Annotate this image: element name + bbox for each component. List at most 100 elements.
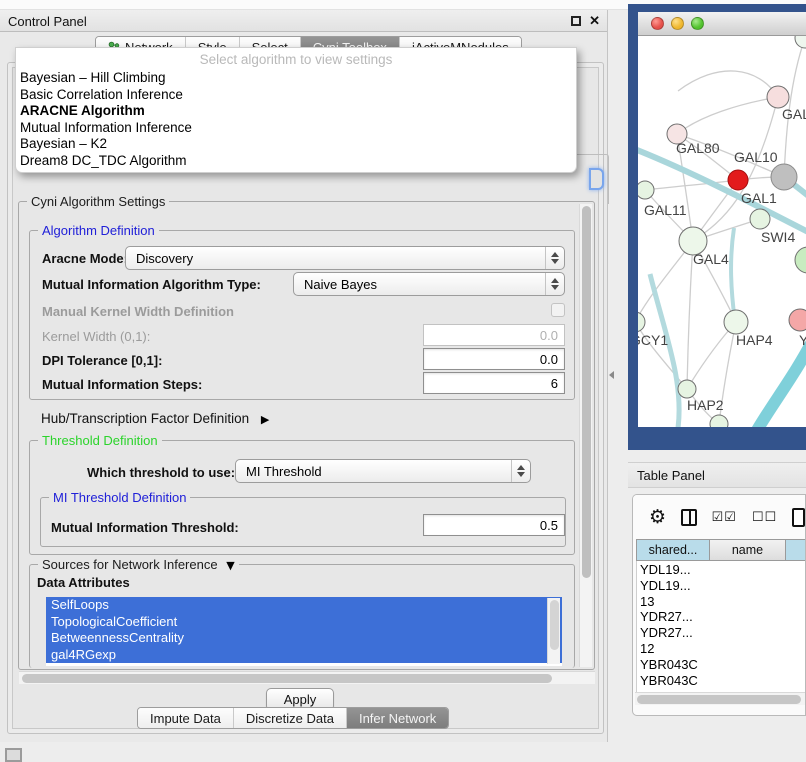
node-hap2[interactable] — [678, 380, 696, 398]
manual-kernel-label: Manual Kernel Width Definition — [42, 304, 234, 319]
hub-tf-definition-label: Hub/Transcription Factor Definition — [41, 411, 249, 426]
table-hscrollbar[interactable] — [635, 692, 805, 705]
tab-discretize-data[interactable]: Discretize Data — [234, 708, 347, 728]
mi-algorithm-type-label: Mutual Information Algorithm Type: — [42, 277, 261, 292]
mi-steps-field[interactable]: 6 — [423, 372, 565, 394]
node-label: GCY1 — [638, 332, 668, 348]
data-attributes-label: Data Attributes — [37, 575, 130, 590]
select-all-checkboxes-icon[interactable]: ☑☑ — [712, 510, 737, 525]
node-label: SWI4 — [761, 229, 795, 245]
dpi-tolerance-field[interactable]: 0.0 — [423, 348, 565, 370]
dropdown-item[interactable]: Bayesian – K2 — [16, 136, 576, 153]
selected-value: MI Threshold — [236, 464, 511, 479]
dropdown-item[interactable]: Dream8 DC_TDC Algorithm — [16, 153, 576, 170]
dropdown-item[interactable]: Bayesian – Hill Climbing — [16, 70, 576, 87]
algorithm-combo-fragment[interactable] — [589, 168, 604, 190]
node-label: GAL11 — [644, 202, 687, 218]
dropdown-item[interactable]: Basic Correlation Inference — [16, 87, 576, 104]
tab-label: Infer Network — [359, 711, 436, 726]
cell: YDR27... — [637, 624, 713, 640]
table-hscrollbar-thumb[interactable] — [637, 695, 801, 704]
list-item[interactable]: gal4RGexp — [46, 647, 562, 664]
window-title: Control Panel — [8, 14, 87, 29]
selected-value: Discovery — [126, 251, 545, 266]
list-item[interactable]: TopologicalCoefficient — [46, 614, 562, 631]
dropdown-item[interactable]: Mutual Information Inference — [16, 120, 576, 137]
collapse-down-icon: ▼ — [226, 559, 234, 572]
node-gal1[interactable] — [728, 170, 748, 190]
table-row[interactable]: YDL19...YDL19...13 — [637, 561, 806, 608]
tab-infer-network[interactable]: Infer Network — [347, 708, 448, 728]
splitter-collapse-icon[interactable] — [609, 371, 614, 379]
aracne-mode-label: Aracne Mode: — [42, 251, 128, 266]
document-icon[interactable] — [792, 508, 805, 527]
tab-impute-data[interactable]: Impute Data — [138, 708, 234, 728]
node-partial-bottom[interactable] — [710, 415, 728, 427]
node-y-partial[interactable] — [789, 309, 806, 331]
mi-threshold-field[interactable]: 0.5 — [423, 514, 565, 536]
mi-steps-label: Mutual Information Steps: — [42, 377, 202, 392]
combo-arrows-icon — [545, 247, 564, 269]
table-row[interactable]: YBR043CYBR043C — [637, 656, 806, 696]
table-panel-card: ⚙ ☑☑ ☐☐ shared... name YDL19...YDL19...1… — [632, 494, 806, 716]
close-traffic-light-icon[interactable] — [651, 17, 664, 30]
settings-hscrollbar-thumb[interactable] — [22, 674, 552, 683]
minimize-traffic-light-icon[interactable] — [671, 17, 684, 30]
node-label: GAL80 — [676, 140, 720, 156]
node-label: HAP2 — [687, 397, 724, 413]
mi-algorithm-type-select[interactable]: Naive Bayes — [293, 272, 565, 296]
node-gal2[interactable] — [767, 86, 789, 108]
network-canvas[interactable]: GAL GAL80 GAL10 GAL1 GAL11 SWI4 GAL4 GCY… — [638, 36, 806, 427]
data-attributes-list: SelfLoops TopologicalCoefficient Between… — [46, 597, 562, 666]
cell: YDL19... — [637, 561, 711, 577]
node-hap4[interactable] — [724, 310, 748, 334]
table-header-row: shared... name — [636, 539, 806, 561]
cell: YDL19... — [637, 577, 713, 593]
node-gal11[interactable] — [638, 181, 654, 199]
dropdown-item-selected[interactable]: ARACNE Algorithm — [16, 103, 576, 120]
group-title: Threshold Definition — [38, 433, 162, 448]
attributes-scrollbar-thumb[interactable] — [550, 600, 559, 650]
column-header-partial[interactable] — [786, 539, 806, 561]
bottom-tabs: Impute Data Discretize Data Infer Networ… — [137, 707, 449, 729]
settings-hscrollbar[interactable] — [19, 671, 595, 684]
group-title: MI Threshold Definition — [49, 490, 190, 505]
node-label: Y — [799, 332, 806, 348]
zoom-traffic-light-icon[interactable] — [691, 17, 704, 30]
table-row[interactable]: YDR27...YDR27...12 — [637, 608, 806, 655]
which-threshold-select[interactable]: MI Threshold — [235, 459, 531, 483]
list-item[interactable]: BetweennessCentrality — [46, 630, 562, 647]
column-header-name[interactable]: name — [710, 539, 786, 561]
network-window-titlebar[interactable] — [638, 12, 806, 36]
control-panel-titlebar: Control Panel ✕ — [0, 10, 607, 32]
kernel-width-label: Kernel Width (0,1): — [42, 329, 150, 344]
gear-icon[interactable]: ⚙ — [649, 506, 666, 528]
settings-scrollbar-thumb[interactable] — [582, 206, 591, 578]
node-label: GAL4 — [693, 251, 729, 267]
node-partial-right[interactable] — [795, 247, 806, 273]
table-body[interactable]: YDL19...YDL19...13 YDR27...YDR27...12 YB… — [636, 561, 806, 696]
kernel-width-field[interactable]: 0.0 — [423, 324, 565, 346]
group-title: Algorithm Definition — [38, 223, 159, 238]
group-title: Cyni Algorithm Settings — [27, 194, 169, 209]
column-header-shared-name[interactable]: shared... — [636, 539, 710, 561]
node-gal10[interactable] — [771, 164, 797, 190]
cyni-algorithm-settings-group: Cyni Algorithm Settings Algorithm Defini… — [18, 201, 595, 670]
collapsed-panel-icon[interactable] — [5, 748, 22, 762]
columns-icon[interactable] — [681, 509, 696, 526]
aracne-mode-select[interactable]: Discovery — [125, 246, 565, 270]
mi-threshold-label: Mutual Information Threshold: — [51, 520, 239, 535]
close-icon[interactable]: ✕ — [589, 13, 600, 29]
list-item[interactable]: SelfLoops — [46, 597, 562, 614]
deselect-all-checkboxes-icon[interactable]: ☐☐ — [752, 510, 777, 525]
float-window-icon[interactable] — [571, 16, 581, 26]
node-label: HAP4 — [736, 332, 773, 348]
attributes-list-scrollbar[interactable] — [547, 598, 560, 664]
node-partial-top[interactable] — [795, 36, 806, 48]
node-swi4[interactable] — [750, 209, 770, 229]
group-title-with-collapse[interactable]: Sources for Network Inference ▼ — [38, 557, 239, 572]
manual-kernel-checkbox[interactable] — [551, 303, 565, 317]
hub-tf-definition-expander[interactable]: Hub/Transcription Factor Definition ▶ — [41, 411, 269, 426]
settings-scrollbar[interactable] — [579, 204, 592, 667]
node-gcy1[interactable] — [638, 312, 645, 332]
